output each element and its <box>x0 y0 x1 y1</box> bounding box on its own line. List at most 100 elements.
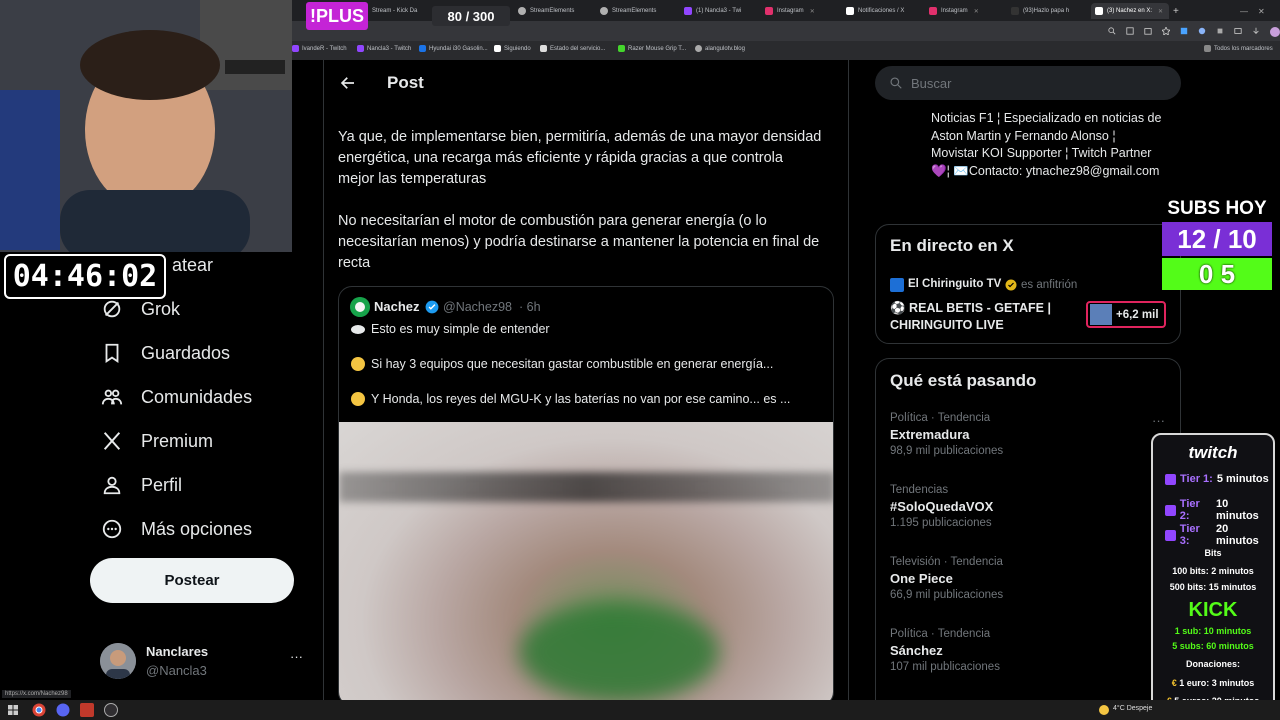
browser-tab[interactable]: (93)Hazlo papa h <box>1011 3 1089 19</box>
trends-title: Qué está pasando <box>890 371 1037 390</box>
instagram-icon <box>765 7 773 15</box>
twitch-icon <box>1165 529 1176 541</box>
minimize-icon[interactable]: — <box>1240 7 1248 16</box>
globe-icon <box>695 45 702 52</box>
quoted-time: · 6h <box>519 300 541 314</box>
bookmark-icon <box>105 343 119 363</box>
close-window-icon[interactable]: ✕ <box>1258 7 1265 16</box>
profile-avatar-icon[interactable] <box>1270 27 1280 37</box>
bookmark-item[interactable]: IvandeR - Twitch <box>292 45 347 52</box>
windows-start-icon[interactable] <box>8 705 18 715</box>
nav-item-profile[interactable]: Perfil <box>101 470 182 500</box>
quoted-media-image[interactable] <box>339 422 833 705</box>
taskbar: 4°C Despeje <box>0 700 1280 720</box>
trend-item[interactable]: Tendencias #SoloQuedaVOX 1.195 publicaci… <box>890 484 1170 529</box>
download-icon[interactable] <box>1252 27 1260 35</box>
star-icon[interactable] <box>1162 27 1170 35</box>
close-tab-icon[interactable]: ✕ <box>1158 8 1163 15</box>
extension-icon[interactable] <box>1234 27 1242 35</box>
zoom-icon[interactable] <box>1108 27 1116 35</box>
browser-tab-active[interactable]: (3) Nachez en X: ✕ <box>1091 3 1169 19</box>
bookmark-item[interactable]: Nancla3 - Twitch <box>357 45 411 52</box>
profile-bio-card: Noticias F1 ¦ Especializado en noticias … <box>875 104 1181 214</box>
bookmark-item[interactable]: Estado del servicio... <box>540 45 605 52</box>
gold-verified-badge-icon <box>1005 279 1017 291</box>
subathon-rates-panel: twitch Tier 1: 5 minutos Tier 2: 10 minuto… <box>1151 433 1275 717</box>
verified-badge-icon <box>425 300 439 314</box>
post-button[interactable]: Postear <box>90 558 294 603</box>
tier-row: Tier 3: 20 minutos <box>1165 523 1273 547</box>
profile-bio: Noticias F1 ¦ Especializado en noticias … <box>931 111 1162 178</box>
page-icon <box>540 45 547 52</box>
extension-icon[interactable] <box>1216 27 1224 35</box>
bookmark-item[interactable]: Hyundai i30 Gasolin... <box>419 45 488 52</box>
share-icon[interactable] <box>1144 27 1152 35</box>
bookmark-item[interactable]: Razer Mouse Grip T... <box>618 45 686 52</box>
nav-item-chat-partial[interactable]: atear <box>172 250 213 280</box>
nav-item-communities[interactable]: Comunidades <box>101 382 252 412</box>
communities-icon <box>101 389 123 405</box>
browser-tab[interactable]: Instagram ✕ <box>765 3 835 19</box>
browser-tab[interactable]: Notificaciones / X <box>846 3 926 19</box>
folder-icon <box>1204 45 1211 52</box>
browser-tab[interactable]: StreamElements <box>600 3 678 19</box>
obs-icon[interactable] <box>104 703 118 717</box>
quoted-line: Y Honda, los reyes del MGU-K y las bater… <box>351 392 790 406</box>
close-tab-icon[interactable]: ✕ <box>810 8 815 15</box>
twitch-subs-today: 12 / 10 <box>1162 222 1272 256</box>
extension-icon[interactable] <box>1180 27 1188 35</box>
account-more-icon[interactable]: ··· <box>290 649 303 664</box>
chrome-icon[interactable] <box>32 703 46 717</box>
donations-title: Donaciones: <box>1185 659 1240 669</box>
bits-title: Bits <box>1204 548 1222 558</box>
browser-tab[interactable]: StreamElements <box>518 3 596 19</box>
all-bookmarks[interactable]: Todos los marcadores <box>1204 45 1273 52</box>
discord-icon[interactable] <box>56 703 70 717</box>
profile-icon <box>103 476 121 495</box>
quoted-post[interactable]: Nachez @Nachez98 · 6h Esto es muy simple… <box>338 286 834 706</box>
browser-tab[interactable]: Instagram ✕ <box>929 3 1001 19</box>
live-title: En directo en X <box>890 236 1014 255</box>
avatar-image <box>100 643 136 679</box>
weather-text: 4°C Despeje <box>1113 705 1153 712</box>
listener-avatar <box>1090 304 1112 325</box>
search-input[interactable]: Buscar <box>875 66 1181 100</box>
window-controls[interactable]: — ✕ <box>1240 3 1276 19</box>
eye-emoji-icon <box>351 324 365 334</box>
trend-item[interactable]: Política · Tendencia Sánchez 107 mil pub… <box>890 628 1170 673</box>
trend-item[interactable]: Política · Tendencia Extremadura 98,9 mi… <box>890 412 1170 457</box>
kick-logo: KICK <box>1188 599 1238 621</box>
page-title: Post <box>387 73 424 92</box>
host-name[interactable]: El Chiringuito TV <box>908 278 1001 290</box>
bookmark-item[interactable]: Siguiendo <box>494 45 531 52</box>
nav-item-bookmarks[interactable]: Guardados <box>101 338 230 368</box>
nav-item-grok[interactable]: Grok <box>101 294 180 324</box>
browser-tab[interactable]: (1) Nancla3 - Twi <box>684 3 754 19</box>
browser-tab[interactable]: Stream - Kick Da <box>360 3 430 19</box>
install-icon[interactable] <box>1126 27 1134 35</box>
extension-icon[interactable] <box>1198 27 1206 35</box>
grok-icon <box>103 300 121 318</box>
kick-subs-today: 0 5 <box>1162 258 1272 290</box>
nav-item-more-options[interactable]: Más opciones <box>101 514 252 544</box>
twitch-icon <box>1165 504 1176 516</box>
status-url: https://x.com/Nachez98 <box>2 690 71 698</box>
space-title[interactable]: ⚽ REAL BETIS - GETAFE | CHIRINGUITO LIVE <box>890 300 1080 334</box>
app-icon[interactable] <box>80 703 94 717</box>
weather-moon-icon <box>1099 705 1109 715</box>
kick-rate: 1 sub: 10 minutos <box>1174 626 1252 636</box>
close-tab-icon[interactable]: ✕ <box>974 8 979 15</box>
thinking-emoji-icon <box>351 357 365 371</box>
nav-item-premium[interactable]: Premium <box>101 426 213 456</box>
listeners-button[interactable]: +6,2 mil <box>1086 301 1166 328</box>
bookmark-item[interactable]: alangulotv.blog <box>695 45 745 52</box>
back-arrow-icon[interactable] <box>339 74 357 92</box>
bits-rate: 100 bits: 2 minutos <box>1172 566 1254 576</box>
trend-item[interactable]: Televisión · Tendencia One Piece 66,9 mi… <box>890 556 1170 601</box>
quoted-author-name: Nachez <box>374 299 420 314</box>
quoted-avatar-image <box>350 297 370 317</box>
plus-badge: !PLUS <box>306 2 368 30</box>
new-tab-button[interactable]: + <box>1173 3 1183 19</box>
x-logo-icon <box>494 45 501 52</box>
account-switcher[interactable]: Nanclares @Nancla3 ··· <box>100 643 310 683</box>
